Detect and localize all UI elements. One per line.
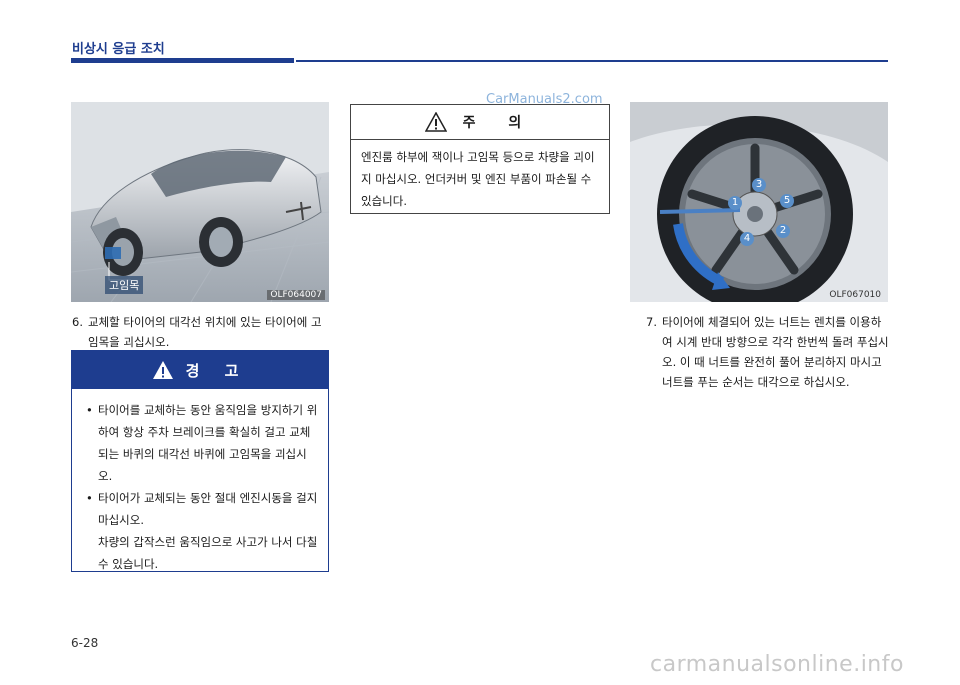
caution-text: 엔진룸 하부에 잭이나 고임목 등으로 차량을 괴이지 마십시오. 언더커버 및… <box>361 150 595 208</box>
step-7: 7. 타이어에 체결되어 있는 너트는 렌치를 이용하여 시계 반대 방향으로 … <box>646 312 890 392</box>
caution-title: 주 의 <box>462 115 536 131</box>
car-chock-illustration: 고임목 OLF064007 <box>71 102 329 302</box>
nut-4: 4 <box>740 232 754 246</box>
step-6: 6. 교체할 타이어의 대각선 위치에 있는 타이어에 고임목을 괴십시오. <box>72 312 330 352</box>
page-number: 6-28 <box>71 636 99 650</box>
step-7-number: 7. <box>646 315 657 329</box>
figure-code: OLF067010 <box>829 290 881 300</box>
warning-item: • 타이어가 교체되는 동안 절대 엔진시동을 걸지 마십시오. 차량의 갑작스… <box>86 487 318 575</box>
figure-code: OLF064007 <box>267 290 325 300</box>
header-rule-thin <box>296 60 888 62</box>
step-7-text: 타이어에 체결되어 있는 너트는 렌치를 이용하여 시계 반대 방향으로 각각 … <box>662 315 889 389</box>
warning-item-text: 타이어를 교체하는 동안 움직임을 방지하기 위하여 항상 주차 브레이크를 확… <box>98 403 318 483</box>
wheel-illustration-graphic <box>630 102 888 302</box>
warning-item-text: 타이어가 교체되는 동안 절대 엔진시동을 걸지 마십시오. <box>98 491 318 527</box>
header-rule-thick <box>71 58 294 63</box>
caution-header: 주 의 <box>351 105 609 140</box>
step-6-number: 6. <box>72 315 83 329</box>
nut-1: 1 <box>728 196 742 210</box>
nut-3: 3 <box>752 178 766 192</box>
warning-title: 경 고 <box>185 361 249 380</box>
warning-triangle-icon <box>152 361 173 379</box>
warning-item-continuation: 차량의 갑작스런 움직임으로 사고가 나서 다칠 수 있습니다. <box>98 535 318 571</box>
warning-box: 경 고 • 타이어를 교체하는 동안 움직임을 방지하기 위하여 항상 주차 브… <box>71 350 329 572</box>
warning-header: 경 고 <box>72 351 328 389</box>
caution-triangle-icon <box>424 112 447 132</box>
bullet: • <box>86 403 93 417</box>
warning-list: • 타이어를 교체하는 동안 움직임을 방지하기 위하여 항상 주차 브레이크를… <box>72 389 328 575</box>
watermark-top: CarManuals2.com <box>486 92 603 107</box>
bullet: • <box>86 491 93 505</box>
nut-5: 5 <box>780 194 794 208</box>
car-illustration-graphic <box>71 102 329 302</box>
warning-item: • 타이어를 교체하는 동안 움직임을 방지하기 위하여 항상 주차 브레이크를… <box>86 399 318 487</box>
wheel-chock-label: 고임목 <box>105 276 144 294</box>
wheel-nut-illustration: 1 2 3 4 5 OLF067010 <box>630 102 888 302</box>
section-title: 비상시 응급 조치 <box>72 42 165 57</box>
nut-2: 2 <box>776 224 790 238</box>
watermark-bottom: carmanualsonline.info <box>650 652 904 677</box>
caution-box: 주 의 엔진룸 하부에 잭이나 고임목 등으로 차량을 괴이지 마십시오. 언더… <box>350 104 610 214</box>
step-6-text: 교체할 타이어의 대각선 위치에 있는 타이어에 고임목을 괴십시오. <box>88 315 322 349</box>
